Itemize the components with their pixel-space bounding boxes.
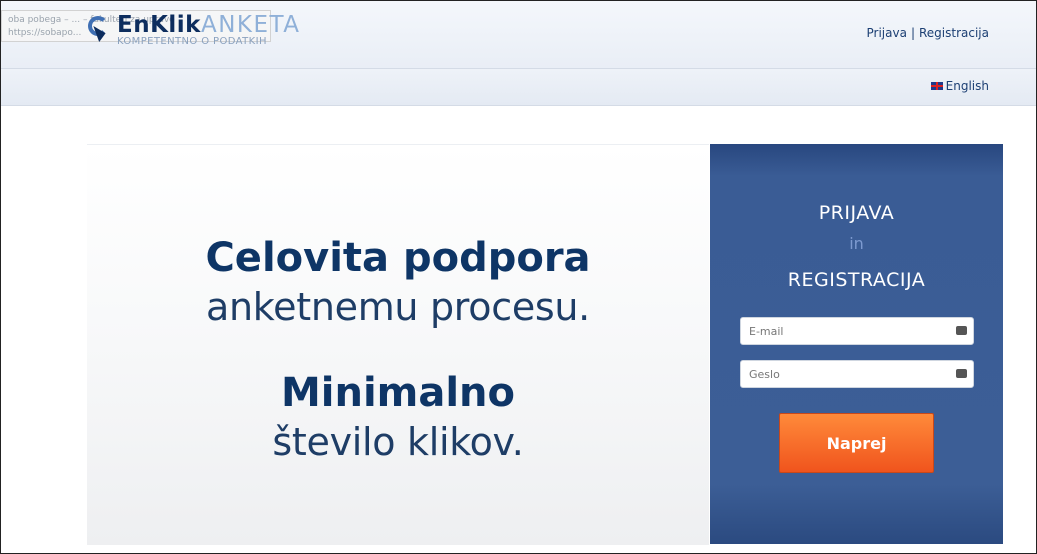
- password-field: [740, 360, 974, 388]
- password-input[interactable]: [741, 361, 957, 387]
- password-manager-icon[interactable]: [956, 364, 967, 378]
- hero-subheading-1: anketnemu procesu.: [206, 285, 590, 329]
- link-separator: |: [910, 26, 915, 40]
- login-link[interactable]: Prijava: [867, 26, 907, 40]
- language-label: English: [945, 79, 989, 93]
- site-header: oba pobega – ... – fakulteti za upravo h…: [1, 1, 1036, 69]
- login-panel: PRIJAVA in REGISTRACIJA Naprej: [710, 144, 1003, 544]
- password-manager-icon[interactable]: [956, 321, 967, 335]
- hero-subheading-2: število klikov.: [272, 420, 524, 464]
- register-link[interactable]: Registracija: [919, 26, 989, 40]
- panel-title-and: in: [849, 234, 864, 253]
- hero-heading-2: Minimalno: [280, 370, 516, 416]
- uk-flag-icon: [930, 82, 943, 90]
- logo-text: EnKlikANKETA KOMPETENTNO O PODATKIH: [117, 13, 301, 47]
- hero-banner: Celovita podpora anketnemu procesu. Mini…: [87, 144, 709, 545]
- logo-cursor-icon: [87, 13, 115, 43]
- panel-title-register: REGISTRACIJA: [787, 269, 926, 291]
- enklik-logo[interactable]: EnKlikANKETA KOMPETENTNO O PODATKIH: [87, 13, 301, 47]
- logo-brand: EnKlik: [117, 12, 201, 38]
- email-input[interactable]: [741, 318, 957, 344]
- language-switch[interactable]: English: [930, 79, 989, 93]
- panel-title-login: PRIJAVA: [818, 202, 895, 224]
- language-bar: English: [1, 69, 1036, 106]
- hero-heading-1: Celovita podpora: [205, 235, 591, 281]
- browser-viewport: oba pobega – ... – fakulteti za upravo h…: [0, 0, 1037, 554]
- logo-product: ANKETA: [200, 12, 301, 38]
- logo-tagline: KOMPETENTNO O PODATKIH: [117, 36, 267, 47]
- email-field: [740, 317, 974, 345]
- submit-button[interactable]: Naprej: [779, 413, 934, 473]
- header-links: Prijava | Registracija: [867, 26, 989, 40]
